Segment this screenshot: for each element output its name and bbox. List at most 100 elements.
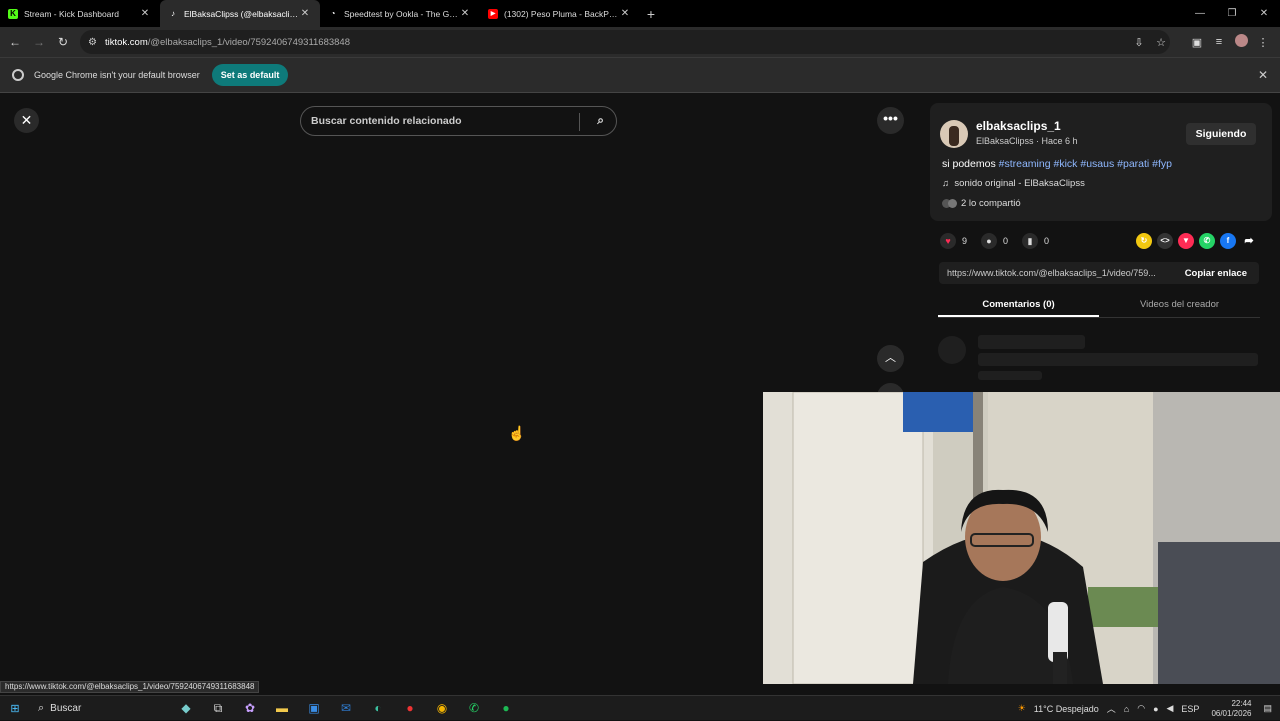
weather-text[interactable]: 11°C Despejado: [1034, 704, 1099, 714]
close-window-icon[interactable]: ✕: [1248, 0, 1280, 27]
repost-icon[interactable]: ↻: [1136, 233, 1152, 249]
file-explorer-icon[interactable]: ▬: [266, 701, 298, 715]
tab-strip: K Stream - Kick Dashboard ✕ ♪ ElBaksaCli…: [0, 0, 1280, 27]
new-tab-button[interactable]: +: [640, 6, 662, 22]
taskbar-search[interactable]: ⌕ Buscar: [30, 702, 170, 715]
site-info-icon[interactable]: ⚙: [88, 37, 97, 48]
taskbar-search-label: Buscar: [50, 702, 82, 714]
tab-youtube[interactable]: ▶ (1302) Peso Pluma - BackPack ( ✕: [480, 0, 640, 27]
microphone-icon[interactable]: ●: [1153, 704, 1158, 714]
wifi-icon[interactable]: ◠: [1137, 703, 1145, 714]
back-icon[interactable]: ←: [3, 35, 27, 49]
volume-icon[interactable]: ◀: [1167, 703, 1174, 714]
set-default-button[interactable]: Set as default: [211, 64, 289, 86]
system-tray: ☀ 11°C Despejado ︿ ⌂ ◠ ● ◀ ESP 22:44 06/…: [1014, 696, 1280, 721]
save-button[interactable]: ▮ 0: [1022, 233, 1049, 249]
send-icon[interactable]: ▼: [1178, 233, 1194, 249]
bookmark-star-icon[interactable]: ☆: [1150, 36, 1172, 49]
youtube-icon: ▶: [488, 8, 498, 19]
tab-kick[interactable]: K Stream - Kick Dashboard ✕: [0, 0, 160, 27]
windows-start-icon[interactable]: ⊞: [0, 702, 30, 715]
edge-icon[interactable]: ◐: [362, 701, 394, 715]
sound-link[interactable]: ♫ sonido original - ElBaksaClipss: [942, 178, 1085, 189]
hashtag[interactable]: #streaming: [999, 158, 1051, 170]
copilot-icon[interactable]: ✿: [234, 701, 266, 715]
notifications-icon[interactable]: ▤: [1263, 703, 1272, 714]
task-view-icon[interactable]: ⧉: [202, 701, 234, 716]
related-search-input[interactable]: Buscar contenido relacionado ⌕: [300, 106, 617, 136]
search-placeholder: Buscar contenido relacionado: [311, 115, 462, 127]
close-tab-icon[interactable]: ✕: [458, 8, 472, 19]
media-icon[interactable]: ≡: [1208, 36, 1230, 48]
menu-icon[interactable]: ⋮: [1252, 36, 1274, 49]
show-hidden-icons[interactable]: ︿: [1107, 702, 1116, 715]
whatsapp-icon[interactable]: ✆: [1199, 233, 1215, 249]
share-arrow-icon[interactable]: ➦: [1241, 233, 1257, 249]
speedtest-icon: ◔: [330, 9, 336, 18]
caption-text: si podemos: [942, 158, 996, 170]
avatar[interactable]: [940, 120, 968, 148]
tab-comments[interactable]: Comentarios (0): [938, 292, 1099, 317]
chrome-icon[interactable]: ◉: [426, 701, 458, 715]
embed-icon[interactable]: <>: [1157, 233, 1173, 249]
search-icon[interactable]: ⌕: [597, 113, 604, 128]
language-indicator[interactable]: ESP: [1181, 704, 1199, 714]
comment-icon: ●: [981, 233, 998, 249]
facebook-icon[interactable]: f: [1220, 233, 1236, 249]
loading-line-placeholder: [978, 335, 1085, 349]
heart-icon: ♥: [940, 233, 956, 249]
widgets-icon[interactable]: ◆: [170, 701, 202, 715]
loading-line-placeholder: [978, 353, 1258, 366]
app-icon[interactable]: ●: [394, 701, 426, 715]
url-host: tiktok.com: [104, 36, 148, 48]
profile-avatar[interactable]: [1230, 34, 1252, 50]
windows-taskbar: ⊞ ⌕ Buscar ◆ ⧉ ✿ ▬ ▣ ✉ ◐ ● ◉ ✆ ● ☀ 11°C …: [0, 695, 1280, 720]
address-bar[interactable]: ⚙ tiktok.com/@elbaksaclips_1/video/75924…: [80, 30, 1170, 54]
webcam-scene: [763, 392, 1280, 684]
split-view-icon[interactable]: ▣: [1186, 36, 1208, 49]
hashtag[interactable]: #parati: [1117, 158, 1149, 170]
username[interactable]: elbaksaclips_1: [976, 119, 1061, 133]
spotify-icon[interactable]: ●: [490, 701, 522, 715]
reload-icon[interactable]: ↻: [51, 35, 75, 49]
toolbar: ← → ↻ ⚙ tiktok.com/@elbaksaclips_1/video…: [0, 27, 1280, 57]
forward-icon[interactable]: →: [27, 35, 51, 49]
share-icons: ↻ <> ▼ ✆ f ➦: [1136, 233, 1262, 249]
hashtag[interactable]: #kick: [1054, 158, 1078, 170]
restore-icon[interactable]: ❐: [1216, 0, 1248, 27]
following-button[interactable]: Siguiendo: [1186, 123, 1256, 145]
default-browser-infobar: Google Chrome isn't your default browser…: [0, 57, 1280, 93]
outlook-icon[interactable]: ✉: [330, 701, 362, 715]
tab-creator-videos[interactable]: Videos del creador: [1099, 292, 1260, 317]
network-icon[interactable]: ⌂: [1124, 704, 1129, 714]
clock[interactable]: 22:44 06/01/2026: [1211, 699, 1251, 719]
install-icon[interactable]: ⇩: [1128, 36, 1150, 49]
hashtag[interactable]: #usaus: [1080, 158, 1114, 170]
minimize-icon[interactable]: —: [1184, 0, 1216, 27]
search-icon: ⌕: [38, 701, 45, 714]
close-video-button[interactable]: ✕: [14, 108, 39, 133]
tab-title: ElBaksaClipss (@elbaksaclips_1): [184, 8, 298, 19]
comment-button[interactable]: ● 0: [981, 233, 1008, 249]
previous-video-button[interactable]: ︿: [877, 345, 904, 372]
video-link[interactable]: https://www.tiktok.com/@elbaksaclips_1/v…: [947, 268, 1175, 278]
close-tab-icon[interactable]: ✕: [138, 8, 152, 19]
whatsapp-icon[interactable]: ✆: [458, 701, 490, 715]
shared-avatars: [942, 199, 958, 208]
hashtag[interactable]: #fyp: [1152, 158, 1172, 170]
store-icon[interactable]: ▣: [298, 701, 330, 715]
tab-tiktok[interactable]: ♪ ElBaksaClipss (@elbaksaclips_1) ✕: [160, 0, 320, 27]
clock-time: 22:44: [1231, 698, 1252, 708]
comment-count: 0: [1003, 236, 1009, 246]
more-options-button[interactable]: •••: [877, 107, 904, 134]
close-tab-icon[interactable]: ✕: [618, 8, 632, 19]
like-button[interactable]: ♥ 9: [940, 233, 967, 249]
clock-date: 06/01/2026: [1211, 708, 1252, 718]
close-icon[interactable]: ✕: [1258, 68, 1268, 82]
shared-by[interactable]: 2 lo compartió: [942, 198, 1021, 209]
copy-link-button[interactable]: Copiar enlace: [1185, 268, 1247, 279]
tab-speedtest[interactable]: ◔ Speedtest by Ookla - The Global ✕: [320, 0, 480, 27]
close-tab-icon[interactable]: ✕: [298, 8, 312, 19]
status-url-bubble: https://www.tiktok.com/@elbaksaclips_1/v…: [0, 681, 260, 693]
infobar-message: Google Chrome isn't your default browser: [34, 70, 200, 80]
